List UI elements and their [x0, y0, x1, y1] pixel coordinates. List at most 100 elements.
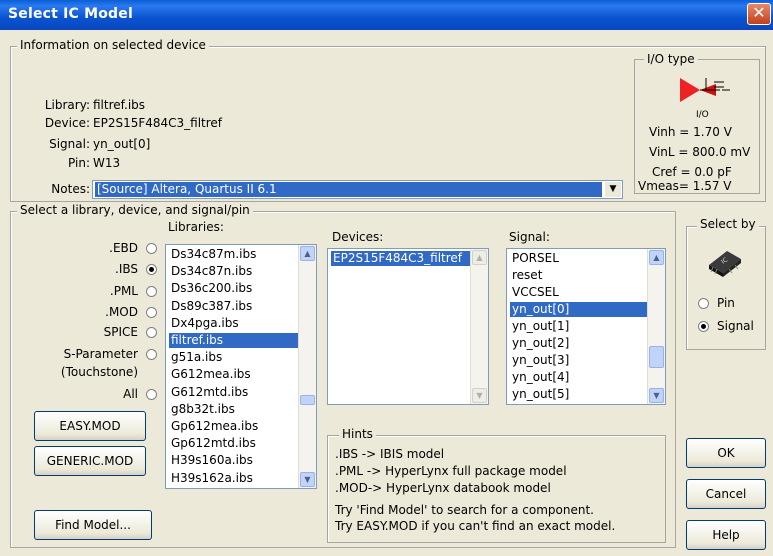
hint-line: .IBS -> IBIS model: [335, 447, 445, 461]
combo-dropdown-button[interactable]: ▼: [605, 182, 621, 197]
cancel-button[interactable]: Cancel: [686, 479, 766, 509]
model-type-label: .IBS: [115, 262, 138, 276]
signal-listbox[interactable]: ▲ ▼ PORSEL reset VCCSEL yn_out[0] yn_out[1]y…: [506, 248, 666, 405]
select-by-signal-label: Signal: [717, 319, 754, 333]
devices-scrollbar[interactable]: ▲ ▼: [470, 249, 488, 404]
select-by-signal-radio[interactable]: [698, 321, 709, 332]
select-by-legend: Select by: [697, 217, 759, 231]
pin-label: Pin:: [68, 156, 90, 170]
model-type-radio[interactable]: [146, 243, 157, 254]
notes-value: [Source] Altera, Quartus II 6.1: [95, 182, 602, 197]
model-type-label: All: [123, 387, 138, 401]
libraries-scrollbar[interactable]: ▲ ▼: [298, 245, 316, 488]
device-label: Device:: [44, 116, 90, 130]
scroll-up-button[interactable]: ▲: [472, 250, 487, 265]
select-by-pin-label: Pin: [717, 296, 735, 310]
scroll-up-button[interactable]: ▲: [300, 246, 315, 261]
cref-value: Cref = 0.0 pF: [652, 165, 732, 179]
list-item[interactable]: G612mtd.ibs: [169, 385, 298, 400]
scroll-down-button[interactable]: ▼: [300, 472, 315, 487]
close-button[interactable]: ✕: [747, 3, 771, 25]
list-item[interactable]: EP2S15F484C3_filtref: [331, 251, 470, 266]
hint-line: .PML -> HyperLynx full package model: [335, 464, 567, 478]
signal-list-label: Signal:: [509, 230, 550, 244]
ok-button[interactable]: OK: [686, 438, 766, 468]
ic-chip-icon: IC: [709, 251, 741, 277]
list-item[interactable]: Ds89c387.ibs: [169, 299, 298, 314]
close-icon: ✕: [752, 3, 766, 22]
chevron-down-icon: ▼: [609, 184, 617, 194]
chevron-up-icon: ▲: [476, 253, 483, 262]
info-legend: Information on selected device: [17, 38, 209, 52]
list-item[interactable]: H39s160a.ibs: [169, 453, 298, 468]
list-item[interactable]: Ds36c200.ibs: [169, 281, 298, 296]
model-type-radio[interactable]: [146, 389, 157, 400]
list-item[interactable]: Ds34c87m.ibs: [169, 247, 298, 262]
model-type-label: .EBD: [109, 241, 138, 255]
list-item[interactable]: VCCSEL: [510, 285, 647, 300]
chevron-up-icon: ▲: [653, 253, 660, 262]
model-type-label: (Touchstone): [60, 365, 138, 379]
model-type-radio[interactable]: [146, 327, 157, 338]
list-item[interactable]: Dx4pga.ibs: [169, 316, 298, 331]
list-item[interactable]: Ds34c87n.ibs: [169, 264, 298, 279]
list-item[interactable]: yn_out[0]: [510, 302, 647, 317]
hint-line: Try EASY.MOD if you can't find an exact …: [335, 519, 616, 533]
list-item[interactable]: yn_out[5]: [510, 387, 647, 402]
list-item[interactable]: yn_out[2]: [510, 336, 647, 351]
select-by-pin-radio[interactable]: [698, 298, 709, 309]
signal-info-value: yn_out[0]: [93, 137, 151, 151]
notes-combobox[interactable]: [Source] Altera, Quartus II 6.1 ▼: [92, 180, 623, 199]
list-item[interactable]: Gp612mtd.ibs: [169, 436, 298, 451]
list-item[interactable]: yn_out[4]: [510, 370, 647, 385]
list-item[interactable]: g51a.ibs: [169, 350, 298, 365]
window-title: Select IC Model: [8, 6, 133, 22]
model-type-radio[interactable]: [146, 286, 157, 297]
list-item[interactable]: H39s162a.ibs: [169, 471, 298, 486]
scroll-down-button[interactable]: ▼: [472, 388, 487, 403]
list-item[interactable]: PORSEL: [510, 251, 647, 266]
model-type-label: S-Parameter: [63, 347, 138, 361]
scroll-thumb[interactable]: [300, 395, 315, 405]
libraries-listbox[interactable]: ▲ ▼ Ds34c87m.ibs Ds34c87n.ibs Ds36c200.ibs…: [165, 244, 317, 489]
model-type-label: .MOD: [105, 305, 138, 319]
model-type-label: .PML: [109, 284, 138, 298]
model-type-radio[interactable]: [146, 307, 157, 318]
model-type-radio[interactable]: [146, 264, 157, 275]
vinh-value: Vinh = 1.70 V: [649, 125, 732, 139]
easy-mod-button[interactable]: EASY.MOD: [34, 411, 146, 441]
pin-value: W13: [93, 156, 121, 170]
devices-listbox[interactable]: ▲ ▼ EP2S15F484C3_filtref: [327, 248, 489, 405]
library-value: filtref.ibs: [93, 98, 146, 112]
library-label: Library:: [44, 98, 90, 112]
generic-mod-button[interactable]: GENERIC.MOD: [34, 446, 146, 476]
chevron-up-icon: ▲: [304, 249, 311, 258]
model-type-label: SPICE: [103, 325, 138, 339]
list-item[interactable]: yn_out[3]: [510, 353, 647, 368]
hint-line: .MOD-> HyperLynx databook model: [335, 481, 551, 495]
list-item[interactable]: g8b32t.ibs: [169, 402, 298, 417]
list-item[interactable]: reset: [510, 268, 647, 283]
hints-legend: Hints: [339, 427, 376, 441]
title-bar[interactable]: Select IC Model ✕: [0, 0, 773, 30]
devices-label: Devices:: [332, 230, 384, 244]
chevron-down-icon: ▼: [653, 391, 660, 400]
list-item[interactable]: G612mea.ibs: [169, 367, 298, 382]
chevron-down-icon: ▼: [476, 391, 483, 400]
help-button[interactable]: Help: [686, 520, 766, 550]
chevron-down-icon: ▼: [304, 475, 311, 484]
scroll-down-button[interactable]: ▼: [649, 388, 664, 403]
list-item[interactable]: Gp612mea.ibs: [169, 419, 298, 434]
scroll-thumb[interactable]: [649, 346, 664, 368]
io-icon-caption: I/O: [696, 110, 709, 120]
list-item[interactable]: yn_out[1]: [510, 319, 647, 334]
vinl-value: VinL = 800.0 mV: [649, 145, 751, 159]
list-item[interactable]: filtref.ibs: [169, 333, 298, 348]
scroll-up-button[interactable]: ▲: [649, 250, 664, 265]
signal-info-label: Signal:: [49, 137, 90, 151]
signal-scrollbar[interactable]: ▲ ▼: [647, 249, 665, 404]
model-type-radio[interactable]: [146, 349, 157, 360]
find-model-button[interactable]: Find Model...: [34, 510, 152, 540]
hint-line: Try 'Find Model' to search for a compone…: [335, 503, 594, 517]
vmeas-value: Vmeas= 1.57 V: [638, 179, 732, 193]
